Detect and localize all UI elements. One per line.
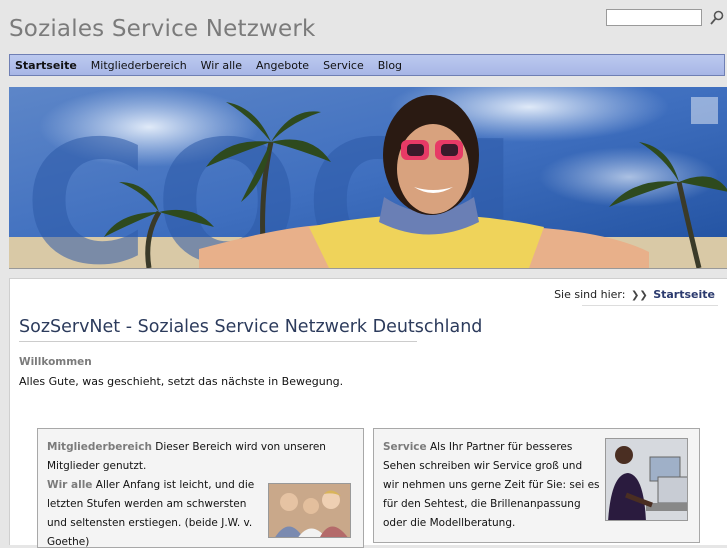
office-photo <box>605 438 688 521</box>
wir-alle-keyword[interactable]: Wir alle <box>47 479 92 491</box>
nav-item-blog[interactable]: Blog <box>378 59 402 72</box>
wir-alle-paragraph: Wir alle Aller Anfang ist leicht, und di… <box>47 476 262 547</box>
site-title[interactable]: Soziales Service Netzwerk <box>9 16 316 42</box>
search-icon[interactable] <box>709 10 725 26</box>
welcome-heading: Willkommen <box>19 356 92 368</box>
page-title: SozServNet - Soziales Service Netzwerk D… <box>19 317 483 337</box>
members-box: Mitgliederbereich Dieser Bereich wird vo… <box>37 428 364 548</box>
nav-item-wir-alle[interactable]: Wir alle <box>201 59 242 72</box>
header-banner-image: COOL <box>9 87 727 269</box>
nav-item-startseite[interactable]: Startseite <box>15 59 77 72</box>
divider <box>19 341 417 342</box>
banner-illustration: COOL <box>9 87 727 268</box>
members-keyword[interactable]: Mitgliederbereich <box>47 441 152 453</box>
service-box: Service Als Ihr Partner für besseres Seh… <box>373 428 700 543</box>
service-keyword[interactable]: Service <box>383 441 427 453</box>
welcome-text: Alles Gute, was geschieht, setzt das näc… <box>19 375 344 388</box>
breadcrumb-current[interactable]: Startseite <box>653 288 715 301</box>
breadcrumb-prefix: Sie sind hier: <box>554 288 626 301</box>
family-photo <box>268 483 351 538</box>
nav-item-angebote[interactable]: Angebote <box>256 59 309 72</box>
search-input[interactable] <box>606 9 702 26</box>
nav-item-mitgliederbereich[interactable]: Mitgliederbereich <box>91 59 187 72</box>
service-paragraph: Service Als Ihr Partner für besseres Seh… <box>383 438 601 533</box>
divider <box>582 305 718 306</box>
breadcrumb: Sie sind hier: ❯❯ Startseite <box>554 288 715 301</box>
service-text: Als Ihr Partner für besseres Sehen schre… <box>383 441 600 529</box>
main-nav: Startseite Mitgliederbereich Wir alle An… <box>9 54 725 76</box>
nav-item-service[interactable]: Service <box>323 59 364 72</box>
members-paragraph: Mitgliederbereich Dieser Bereich wird vo… <box>47 438 353 476</box>
content-area: Sie sind hier: ❯❯ Startseite SozServNet … <box>9 278 727 548</box>
breadcrumb-arrow-icon: ❯❯ <box>630 290 648 301</box>
